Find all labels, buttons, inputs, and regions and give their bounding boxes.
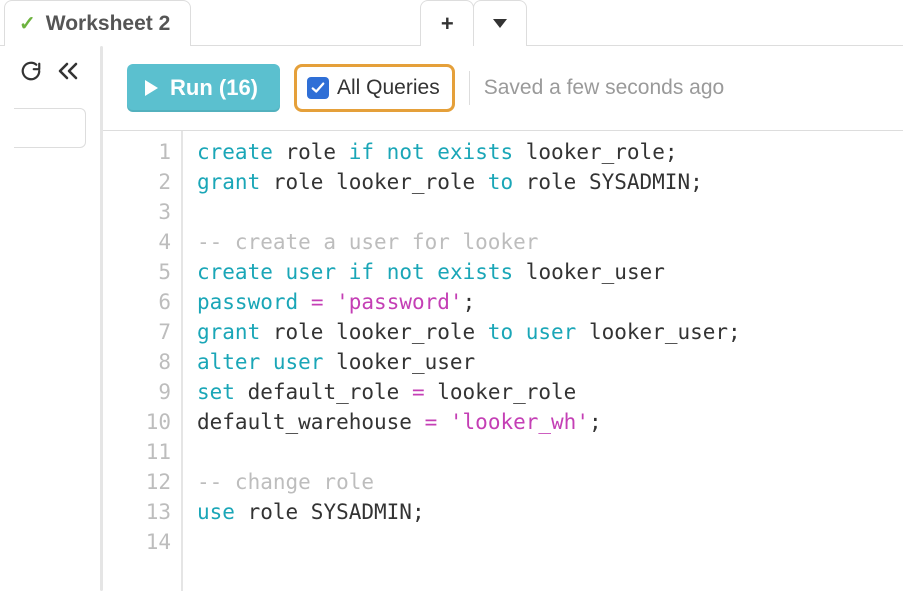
line-number: 7	[103, 317, 171, 347]
sidebar-search-input[interactable]	[14, 108, 86, 148]
checkbox-checked-icon	[307, 77, 329, 99]
code-line[interactable]: alter user looker_user	[197, 347, 741, 377]
save-status: Saved a few seconds ago	[484, 76, 725, 100]
sql-editor[interactable]: 1234567891011121314 create role if not e…	[103, 130, 903, 591]
code-line[interactable]: grant role looker_role to user looker_us…	[197, 317, 741, 347]
line-number: 4	[103, 227, 171, 257]
line-number: 5	[103, 257, 171, 287]
tab-bar: ✓ Worksheet 2 +	[0, 0, 903, 46]
line-gutter: 1234567891011121314	[103, 131, 183, 591]
code-line[interactable]	[197, 197, 741, 227]
all-queries-toggle[interactable]: All Queries	[294, 64, 455, 112]
code-line[interactable]	[197, 527, 741, 557]
worksheet-tab-active[interactable]: ✓ Worksheet 2	[4, 0, 191, 46]
new-tab-button[interactable]: +	[420, 0, 474, 46]
tab-menu-button[interactable]	[473, 0, 527, 46]
line-number: 13	[103, 497, 171, 527]
check-icon: ✓	[19, 14, 36, 34]
play-icon	[145, 80, 158, 96]
run-button-label: Run (16)	[170, 75, 258, 101]
refresh-icon[interactable]	[20, 60, 42, 82]
code-line[interactable]: use role SYSADMIN;	[197, 497, 741, 527]
line-number: 11	[103, 437, 171, 467]
code-line[interactable]: -- create a user for looker	[197, 227, 741, 257]
code-line[interactable]: password = 'password';	[197, 287, 741, 317]
code-line[interactable]: create user if not exists looker_user	[197, 257, 741, 287]
collapse-icon[interactable]	[56, 60, 80, 82]
editor-toolbar: Run (16) All Queries Saved a few seconds…	[103, 46, 903, 130]
line-number: 14	[103, 527, 171, 557]
line-number: 6	[103, 287, 171, 317]
line-number: 1	[103, 137, 171, 167]
left-sidebar	[0, 46, 100, 591]
main-area: Run (16) All Queries Saved a few seconds…	[0, 46, 903, 591]
code-line[interactable]: default_warehouse = 'looker_wh';	[197, 407, 741, 437]
code-line[interactable]	[197, 437, 741, 467]
line-number: 2	[103, 167, 171, 197]
line-number: 9	[103, 377, 171, 407]
plus-icon: +	[441, 11, 454, 37]
line-number: 12	[103, 467, 171, 497]
caret-down-icon	[493, 19, 507, 28]
line-number: 10	[103, 407, 171, 437]
worksheet-tab-label: Worksheet 2	[46, 12, 171, 36]
code-area[interactable]: create role if not exists looker_role;gr…	[183, 131, 741, 591]
code-line[interactable]: grant role looker_role to role SYSADMIN;	[197, 167, 741, 197]
line-number: 8	[103, 347, 171, 377]
code-line[interactable]: set default_role = looker_role	[197, 377, 741, 407]
all-queries-label: All Queries	[337, 76, 440, 100]
code-line[interactable]: create role if not exists looker_role;	[197, 137, 741, 167]
run-button[interactable]: Run (16)	[127, 64, 280, 112]
line-number: 3	[103, 197, 171, 227]
work-area: Run (16) All Queries Saved a few seconds…	[103, 46, 903, 591]
toolbar-divider	[469, 71, 470, 105]
code-line[interactable]: -- change role	[197, 467, 741, 497]
